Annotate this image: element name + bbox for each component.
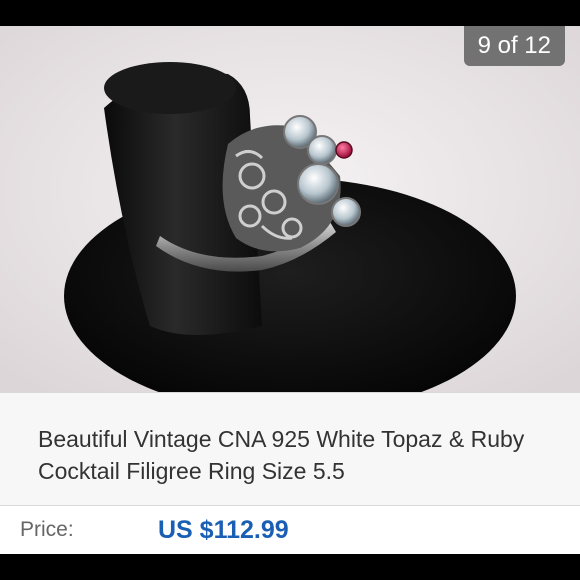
listing-title-section: Beautiful Vintage CNA 925 White Topaz & … <box>0 392 580 506</box>
listing-photo[interactable] <box>0 26 580 392</box>
ring-on-velvet-stand-image <box>0 26 580 392</box>
image-counter-badge: 9 of 12 <box>463 26 565 66</box>
price-value: US $112.99 <box>158 516 289 544</box>
listing-title: Beautiful Vintage CNA 925 White Topaz & … <box>38 426 525 484</box>
top-bar <box>0 0 580 26</box>
bottom-bar <box>0 554 580 580</box>
price-row: Price: US $112.99 <box>0 506 580 554</box>
price-label: Price: <box>20 518 74 541</box>
